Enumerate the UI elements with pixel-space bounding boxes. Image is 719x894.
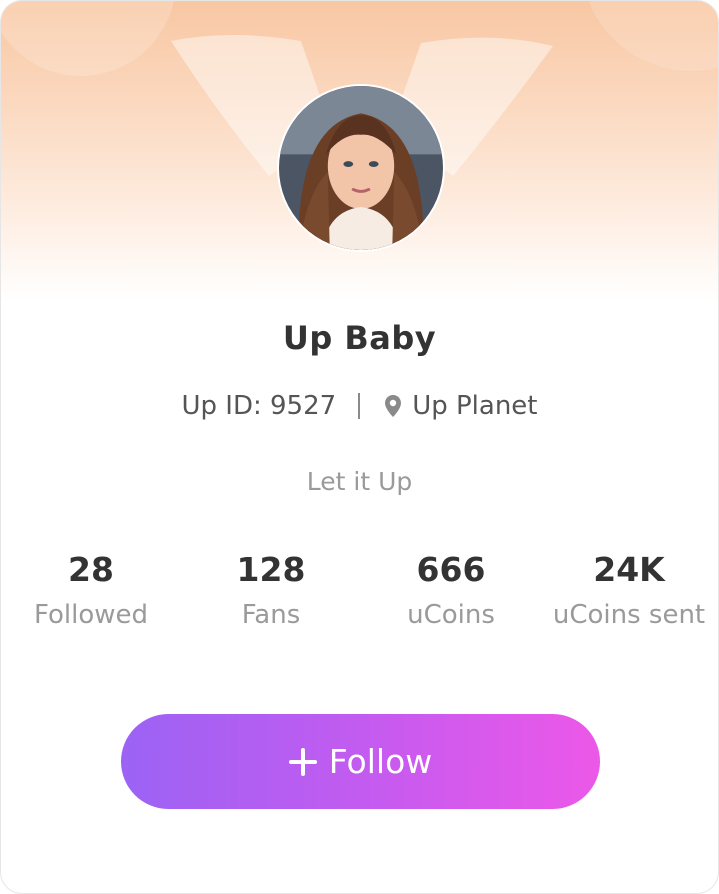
location-pin-icon — [382, 393, 404, 419]
plus-icon — [288, 747, 317, 776]
profile-card: Up Baby Up ID: 9527 Up Planet Let it Up … — [0, 0, 719, 894]
profile-meta: Up ID: 9527 Up Planet — [1, 389, 718, 423]
stat-followed[interactable]: 28 Followed — [1, 549, 181, 635]
avatar-image — [279, 86, 443, 250]
stat-value: 128 — [236, 550, 306, 589]
avatar[interactable] — [277, 84, 445, 252]
stat-ucoins-sent[interactable]: 24K uCoins sent — [539, 549, 718, 635]
profile-name: Up Baby — [282, 319, 437, 357]
user-id: Up ID: 9527 — [181, 391, 337, 421]
stat-label: uCoins sent — [552, 600, 706, 630]
follow-button-label: Follow — [328, 742, 433, 781]
user-location: Up Planet — [412, 391, 538, 421]
stats-row: 28 Followed 128 Fans 666 uCoins 24K uCoi… — [1, 549, 718, 639]
stat-value: 666 — [416, 550, 486, 589]
stat-label: uCoins — [407, 600, 495, 630]
profile-bio: Let it Up — [306, 467, 413, 496]
stat-fans[interactable]: 128 Fans — [181, 549, 361, 635]
stat-label: Fans — [241, 600, 301, 630]
stat-value: 28 — [68, 550, 114, 589]
follow-button[interactable]: Follow — [121, 714, 600, 809]
stat-value: 24K — [593, 550, 665, 589]
meta-divider — [358, 393, 361, 419]
stat-ucoins[interactable]: 666 uCoins — [361, 549, 541, 635]
stat-label: Followed — [33, 600, 149, 630]
